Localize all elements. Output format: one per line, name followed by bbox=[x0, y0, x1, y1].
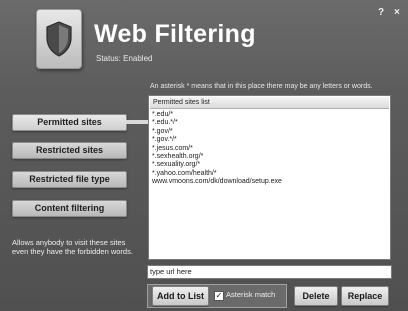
sidebar-item-restricted-file-type[interactable]: Restricted file type bbox=[12, 171, 127, 188]
list-item[interactable]: *.sexhealth.org/* bbox=[152, 153, 390, 161]
section-description: Allows anybody to visit these sites even… bbox=[12, 238, 133, 256]
url-input[interactable]: type url here bbox=[147, 265, 392, 279]
delete-button[interactable]: Delete bbox=[294, 286, 338, 306]
status-text: Status: Enabled bbox=[96, 54, 153, 63]
list-item[interactable]: *.gov/* bbox=[152, 128, 390, 136]
list-item[interactable]: *.gov.*/* bbox=[152, 136, 390, 144]
list-item[interactable]: *.edu/* bbox=[152, 111, 390, 119]
checkmark-icon: ✓ bbox=[215, 291, 223, 300]
list-item[interactable]: *.edu.*/* bbox=[152, 119, 390, 127]
replace-button[interactable]: Replace bbox=[341, 286, 389, 306]
list-item[interactable]: *.jesus.com/* bbox=[152, 145, 390, 153]
list-item[interactable]: *.yahoo.com/health/* bbox=[152, 170, 390, 178]
list-item[interactable]: *.sexuality.org/* bbox=[152, 161, 390, 169]
list-column-header[interactable]: Permitted sites list bbox=[150, 97, 389, 109]
sidebar-item-permitted-sites[interactable]: Permitted sites bbox=[12, 114, 127, 131]
asterisk-match-label: Asterisk match bbox=[226, 290, 276, 299]
sidebar-item-content-filtering[interactable]: Content filtering bbox=[12, 200, 127, 217]
page-title: Web Filtering bbox=[94, 20, 256, 48]
permitted-sites-list[interactable]: Permitted sites list *.edu/* *.edu.*/* *… bbox=[148, 95, 391, 260]
logo bbox=[36, 9, 82, 69]
list-item[interactable]: www.vmoons.com/dk/download/setup.exe bbox=[152, 178, 390, 186]
add-to-list-button[interactable]: Add to List bbox=[152, 286, 209, 306]
sidebar-item-restricted-sites[interactable]: Restricted sites bbox=[12, 142, 127, 159]
asterisk-hint: An asterisk * means that in this place t… bbox=[150, 83, 373, 90]
app-window: Web Filtering Status: Enabled ? × Permit… bbox=[0, 0, 408, 311]
asterisk-match-checkbox[interactable]: ✓ bbox=[214, 291, 224, 301]
shield-icon bbox=[46, 21, 72, 57]
active-tab-connector bbox=[126, 120, 148, 124]
close-button[interactable]: × bbox=[394, 7, 400, 18]
help-button[interactable]: ? bbox=[378, 7, 384, 18]
